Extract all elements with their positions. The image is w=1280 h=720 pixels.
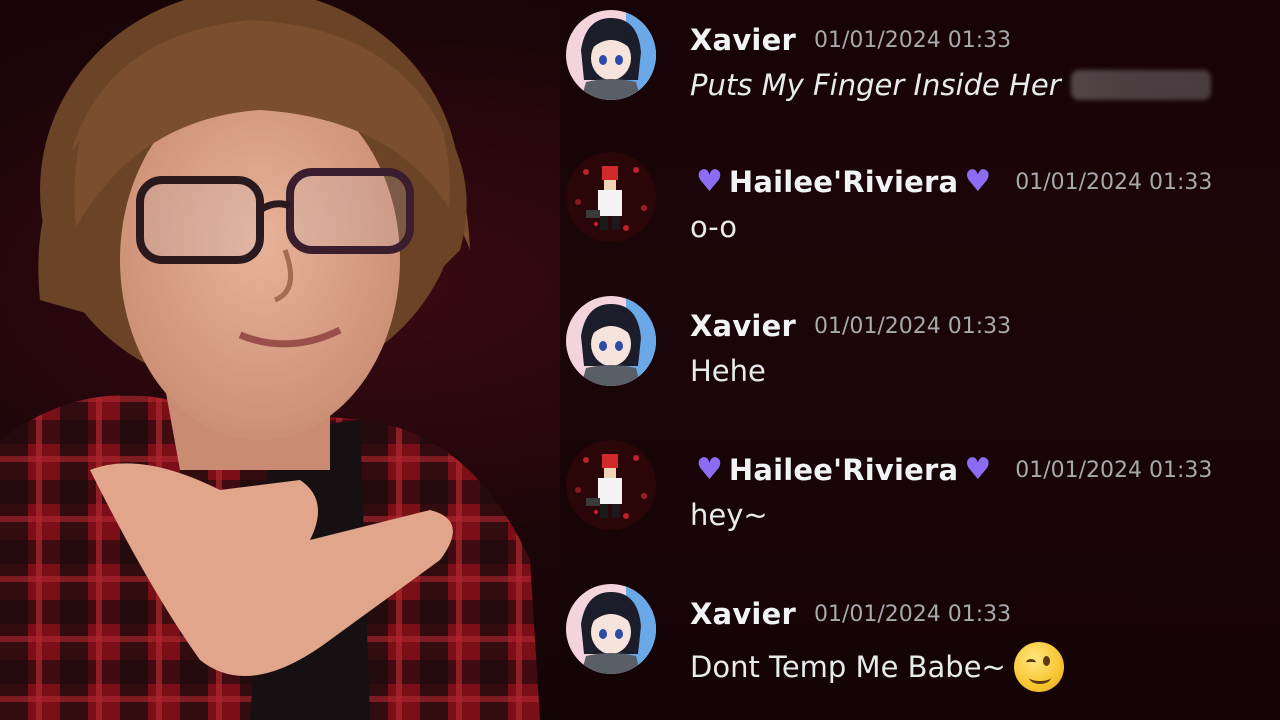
pixel-character-avatar[interactable] xyxy=(566,440,656,530)
message-text: Dont Temp Me Babe~ xyxy=(690,650,1006,684)
message-text: Hehe xyxy=(690,354,766,388)
blurred-text xyxy=(1070,70,1211,100)
username[interactable]: Hailee'Riviera xyxy=(729,165,958,199)
timestamp: 01/01/2024 01:33 xyxy=(813,601,1012,627)
chat-message: ♥ Hailee'Riviera ♥ 01/01/2024 01:33 hey~ xyxy=(560,440,1260,540)
anime-avatar[interactable] xyxy=(566,584,656,674)
username[interactable]: Xavier xyxy=(690,23,796,57)
message-text: hey~ xyxy=(690,498,768,532)
username[interactable]: Xavier xyxy=(690,597,796,631)
username[interactable]: Xavier xyxy=(690,309,796,343)
anime-avatar[interactable] xyxy=(566,10,656,100)
purple-heart-icon: ♥ xyxy=(696,164,723,199)
chat-message: Xavier 01/01/2024 01:33 Dont Temp Me Bab… xyxy=(560,584,1260,692)
timestamp: 01/01/2024 01:33 xyxy=(813,313,1012,339)
timestamp: 01/01/2024 01:33 xyxy=(813,27,1012,53)
chat-message: ♥ Hailee'Riviera ♥ 01/01/2024 01:33 o-o xyxy=(560,152,1260,252)
pixel-character-avatar[interactable] xyxy=(566,152,656,242)
purple-heart-icon: ♥ xyxy=(964,164,992,199)
timestamp: 01/01/2024 01:33 xyxy=(1015,169,1213,195)
chat-message: Xavier 01/01/2024 01:33 Hehe xyxy=(560,296,1260,396)
anime-avatar[interactable] xyxy=(566,296,656,386)
winking-face-icon xyxy=(1013,642,1064,692)
chat-panel: Xavier 01/01/2024 01:33 Puts My Finger I… xyxy=(560,0,1280,720)
message-text: Puts My Finger Inside Her xyxy=(690,68,1061,102)
timestamp: 01/01/2024 01:33 xyxy=(1015,457,1213,483)
purple-heart-icon: ♥ xyxy=(696,452,723,487)
person-photo xyxy=(0,0,540,720)
chat-message: Xavier 01/01/2024 01:33 Puts My Finger I… xyxy=(560,10,1260,110)
message-text: o-o xyxy=(690,210,738,244)
username[interactable]: Hailee'Riviera xyxy=(729,453,958,487)
purple-heart-icon: ♥ xyxy=(964,452,992,487)
